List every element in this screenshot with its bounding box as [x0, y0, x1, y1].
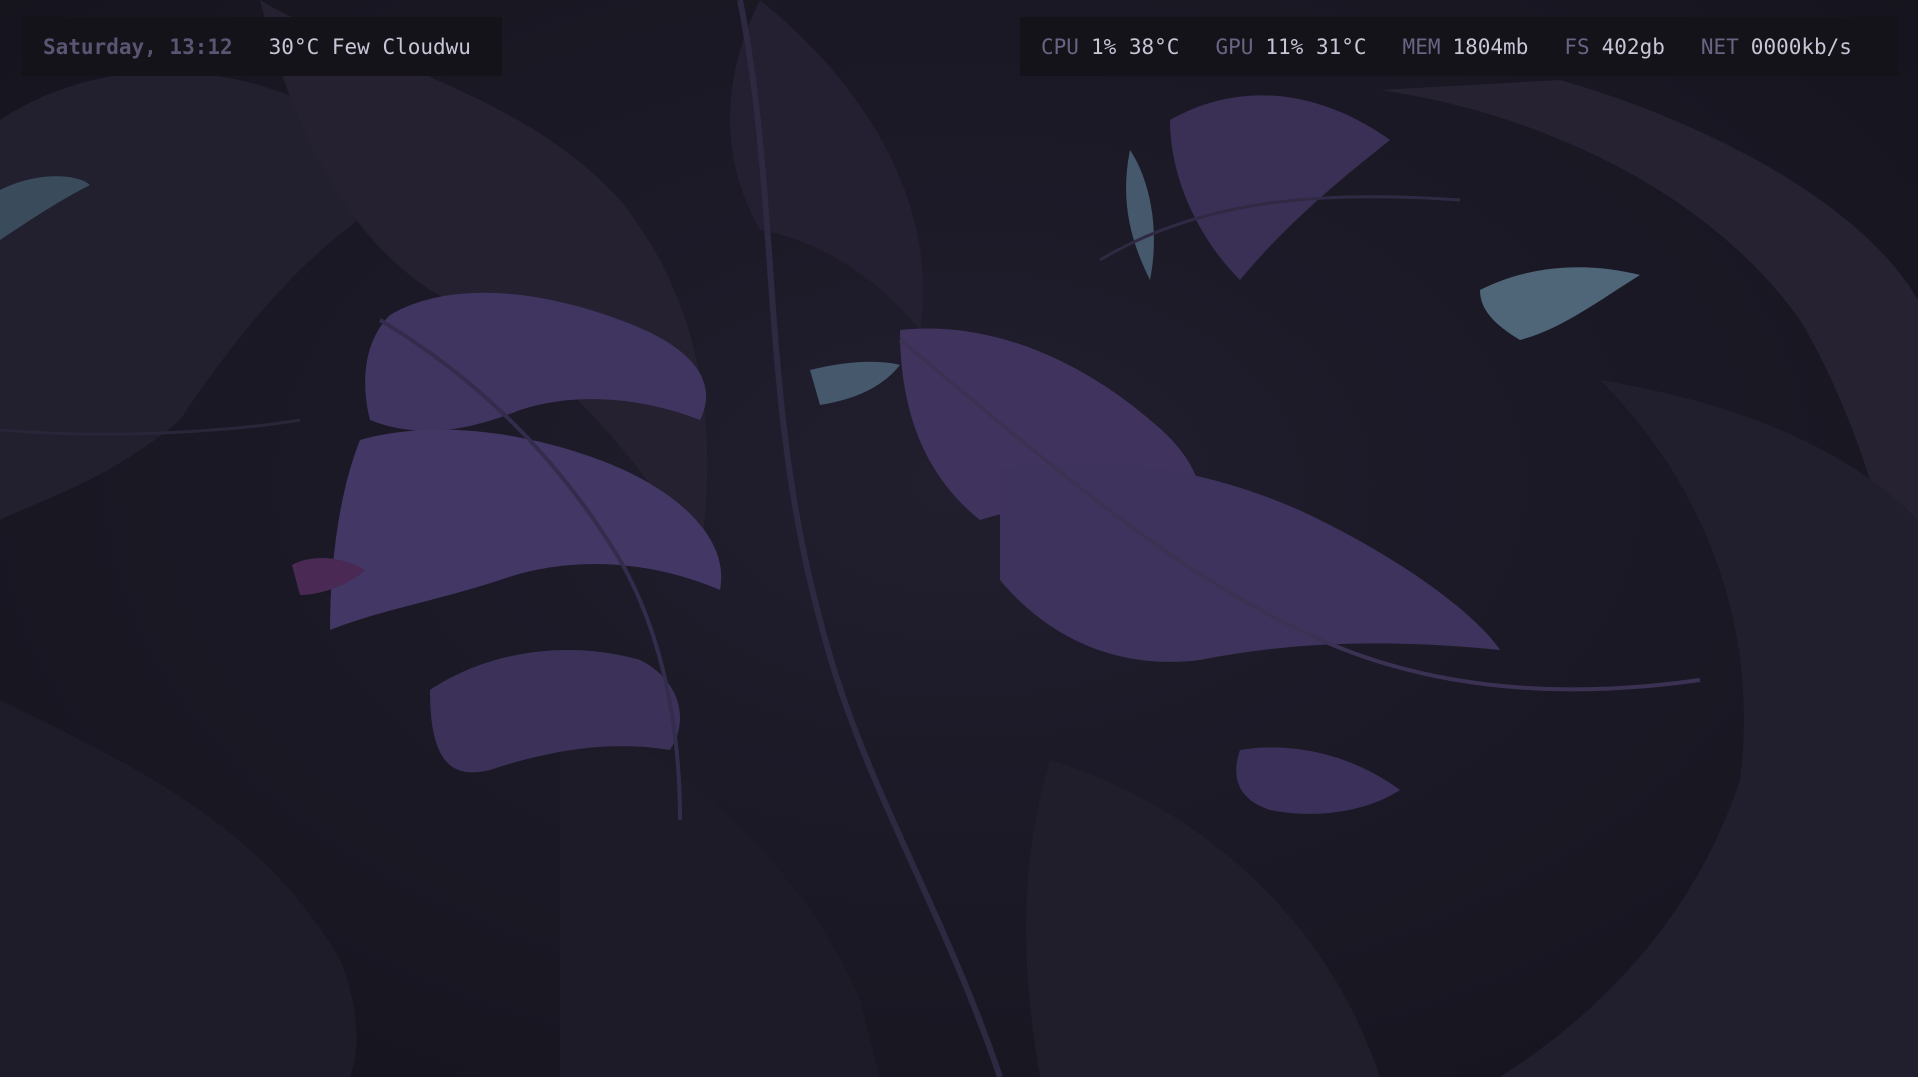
leaf-shape — [560, 700, 880, 1077]
mem-label: MEM — [1402, 34, 1441, 59]
cpu-label: CPU — [1041, 34, 1079, 59]
datetime-label: Saturday, 13:12 — [43, 34, 233, 59]
cpu-stat: CPU 1% 38°C — [1041, 35, 1179, 59]
weather-label: 30°C Few Cloudwu — [268, 34, 471, 59]
leaf-shape — [1170, 95, 1390, 280]
leaf-shape — [1500, 380, 1918, 1077]
gpu-label: GPU — [1215, 34, 1254, 59]
fs-label: FS — [1564, 34, 1590, 59]
gpu-stat: GPU 11% 31°C — [1215, 35, 1366, 59]
leaf-shape — [730, 0, 924, 330]
leaf-shape — [1000, 462, 1500, 662]
mem-stat: MEM 1804mb — [1403, 35, 1529, 59]
leaf-shape — [1236, 747, 1400, 814]
net-label: NET — [1700, 34, 1739, 59]
desktop: Saturday, 13:12 30°C Few Cloudwu CPU 1% 3… — [0, 0, 1918, 1077]
cpu-value: 1% 38°C — [1090, 34, 1180, 59]
mem-value: 1804mb — [1452, 34, 1529, 59]
leaf-shape — [810, 361, 900, 405]
leaf-shape — [1480, 267, 1640, 340]
leaf-shape — [0, 700, 357, 1077]
top-bar-right: CPU 1% 38°C GPU 11% 31°C MEM 1804mb FS 402gb… — [1020, 17, 1898, 76]
fs-value: 402gb — [1601, 34, 1665, 59]
leaf-shape — [1126, 150, 1154, 280]
net-value: 0000kb/s — [1750, 34, 1852, 59]
floral-wallpaper — [0, 0, 1918, 1077]
net-stat: NET 0000kb/s — [1701, 35, 1852, 59]
top-bar-left: Saturday, 13:12 30°C Few Cloudwu — [22, 17, 502, 76]
fs-stat: FS 402gb — [1564, 35, 1665, 59]
gpu-value: 11% 31°C — [1265, 34, 1367, 59]
